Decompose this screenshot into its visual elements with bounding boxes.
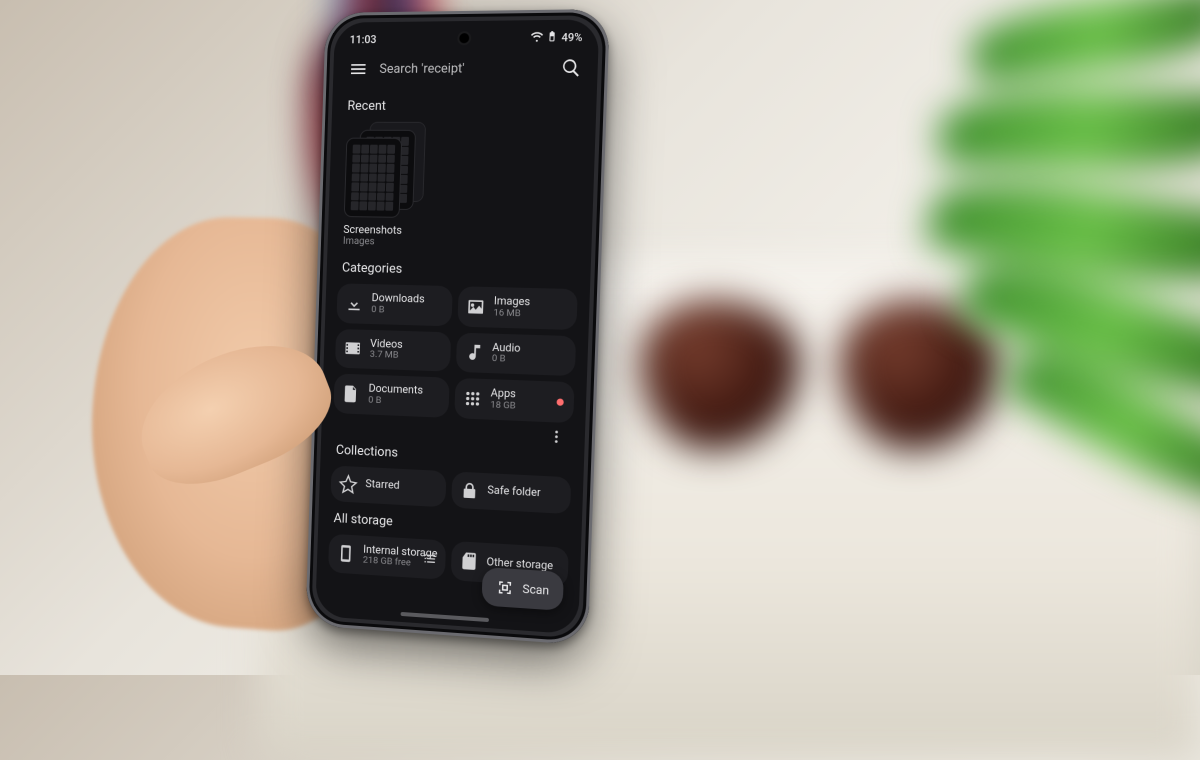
category-downloads[interactable]: Downloads0 B: [336, 283, 452, 326]
recent-item-title: Screenshots: [343, 223, 415, 237]
battery-percent: 49%: [561, 31, 582, 45]
storage-internal[interactable]: Internal storage218 GB free: [328, 533, 446, 580]
scan-button[interactable]: Scan: [482, 567, 564, 611]
status-right: 49%: [531, 30, 583, 46]
search-icon[interactable]: [561, 58, 582, 79]
category-videos[interactable]: Videos3.7 MB: [335, 328, 451, 371]
recent-row: Screenshots Images: [327, 122, 596, 260]
audio-icon: [464, 342, 484, 363]
video-icon: [343, 338, 363, 358]
tile-subtitle: 0 B: [368, 395, 423, 408]
phone-icon: [336, 544, 356, 565]
category-apps[interactable]: Apps18 GB: [454, 378, 574, 423]
more-icon[interactable]: [548, 428, 565, 445]
phone-frame: 11:03 49% Search 'receipt': [305, 9, 610, 645]
category-documents[interactable]: Documents0 B: [333, 374, 449, 418]
list-icon[interactable]: [421, 551, 437, 568]
search-bar[interactable]: Search 'receipt': [333, 51, 599, 93]
recent-item-screenshots[interactable]: Screenshots Images: [343, 122, 419, 248]
wifi-icon: [531, 30, 544, 45]
categories-grid: Downloads0 B Images16 MB Videos3.7 MB Au…: [322, 283, 590, 427]
lock-icon: [459, 480, 479, 501]
recent-item-subtitle: Images: [343, 236, 415, 248]
nav-pill[interactable]: [401, 612, 489, 622]
notification-dot-icon: [557, 398, 564, 405]
sd-icon: [459, 551, 479, 572]
tile-title: Starred: [365, 478, 400, 492]
collection-starred[interactable]: Starred: [330, 465, 446, 507]
thumbnail-stack: [344, 122, 419, 218]
menu-icon[interactable]: [348, 59, 368, 79]
category-audio[interactable]: Audio0 B: [456, 332, 576, 376]
apps-icon: [462, 388, 482, 409]
background-plant: [900, 0, 1200, 500]
star-icon: [338, 473, 358, 494]
tile-subtitle: 0 B: [371, 305, 424, 317]
tile-subtitle: 16 MB: [493, 308, 530, 320]
tile-subtitle: 18 GB: [490, 400, 516, 412]
search-placeholder[interactable]: Search 'receipt': [379, 60, 549, 76]
category-images[interactable]: Images16 MB: [457, 286, 577, 329]
tile-subtitle: 3.7 MB: [370, 350, 403, 362]
recent-title: Recent: [332, 92, 597, 122]
download-icon: [344, 293, 364, 313]
phone-screen: 11:03 49% Search 'receipt': [315, 19, 599, 634]
battery-icon: [546, 30, 559, 45]
tile-subtitle: 0 B: [492, 354, 521, 366]
tile-title: Safe folder: [487, 485, 541, 501]
document-icon: [341, 384, 361, 405]
scan-icon: [496, 578, 515, 597]
image-icon: [466, 296, 486, 317]
status-time: 11:03: [349, 33, 376, 46]
collection-safe-folder[interactable]: Safe folder: [451, 471, 571, 514]
scan-label: Scan: [522, 582, 549, 598]
